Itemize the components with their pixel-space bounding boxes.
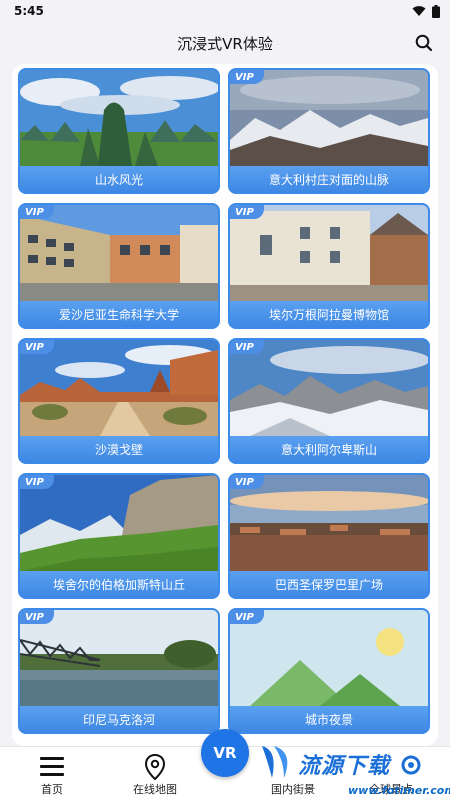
scene-thumbnail <box>230 475 428 571</box>
scene-label: 沙漠戈壁 <box>20 436 218 462</box>
scene-thumbnail <box>20 475 218 571</box>
scene-card[interactable]: VIP 城市夜景 <box>228 608 430 734</box>
vip-badge: VIP <box>20 205 54 219</box>
vip-badge: VIP <box>230 205 264 219</box>
nav-global-label: 全球景点 <box>369 783 413 796</box>
scene-card[interactable]: VIP 埃舍尔的伯格加斯特山丘 <box>18 473 220 599</box>
scene-label: 埃尔万根阿拉曼博物馆 <box>230 301 428 327</box>
vip-badge: VIP <box>20 475 54 489</box>
scene-thumbnail <box>20 205 218 301</box>
scene-thumbnail <box>230 70 428 166</box>
scene-thumbnail <box>20 610 218 706</box>
nav-domestic[interactable]: 国内街景 <box>248 751 338 797</box>
scene-card[interactable]: 山水风光 <box>18 68 220 194</box>
nav-global[interactable]: 全球景点 <box>346 751 436 797</box>
vip-badge: VIP <box>230 340 264 354</box>
scene-label: 巴西圣保罗巴里广场 <box>230 571 428 597</box>
scene-card[interactable]: VIP 意大利村庄对面的山脉 <box>228 68 430 194</box>
search-button[interactable] <box>414 33 434 53</box>
scene-card[interactable]: VIP 巴西圣保罗巴里广场 <box>228 473 430 599</box>
scene-thumbnail <box>20 340 218 436</box>
scene-label: 城市夜景 <box>230 706 428 732</box>
page-title: 沉浸式VR体验 <box>177 34 273 53</box>
menu-icon <box>40 757 64 776</box>
scene-card[interactable]: VIP 意大利阿尔卑斯山 <box>228 338 430 464</box>
scene-card[interactable]: VIP 印尼马克洛河 <box>18 608 220 734</box>
nav-home[interactable]: 首页 <box>7 751 97 797</box>
scene-label: 爱沙尼亚生命科学大学 <box>20 301 218 327</box>
scene-label: 山水风光 <box>20 166 218 192</box>
scene-card[interactable]: VIP 沙漠戈壁 <box>18 338 220 464</box>
nav-domestic-label: 国内街景 <box>271 783 315 796</box>
scene-label: 埃舍尔的伯格加斯特山丘 <box>20 571 218 597</box>
vip-badge: VIP <box>20 610 54 624</box>
scene-thumbnail <box>230 610 428 706</box>
content-area: 山水风光 VIP 意大利村庄对面的山脉 VIP 爱沙尼亚生命科学大学 VIP 埃… <box>0 64 450 746</box>
status-bar: 5:45 <box>0 0 450 22</box>
scene-grid: 山水风光 VIP 意大利村庄对面的山脉 VIP 爱沙尼亚生命科学大学 VIP 埃… <box>12 64 438 746</box>
scene-card[interactable]: VIP 埃尔万根阿拉曼博物馆 <box>228 203 430 329</box>
app-bar: 沉浸式VR体验 <box>0 22 450 64</box>
nav-map-label: 在线地图 <box>133 783 177 796</box>
vip-badge: VIP <box>230 70 264 84</box>
status-time: 5:45 <box>14 4 44 18</box>
wifi-icon <box>412 6 426 16</box>
scene-label: 意大利村庄对面的山脉 <box>230 166 428 192</box>
search-icon <box>415 34 433 52</box>
vip-badge: VIP <box>230 475 264 489</box>
scene-thumbnail <box>20 70 218 166</box>
battery-icon <box>432 4 440 18</box>
scene-card[interactable]: VIP 爱沙尼亚生命科学大学 <box>18 203 220 329</box>
vip-badge: VIP <box>230 610 264 624</box>
scene-thumbnail <box>230 205 428 301</box>
nav-home-label: 首页 <box>41 783 63 796</box>
scene-label: 印尼马克洛河 <box>20 706 218 732</box>
nav-map[interactable]: 在线地图 <box>110 751 200 797</box>
scene-label: 意大利阿尔卑斯山 <box>230 436 428 462</box>
status-icons <box>412 4 440 18</box>
scene-thumbnail <box>230 340 428 436</box>
vip-badge: VIP <box>20 340 54 354</box>
location-pin-icon <box>144 753 166 781</box>
vr-button[interactable]: VR <box>201 729 249 777</box>
